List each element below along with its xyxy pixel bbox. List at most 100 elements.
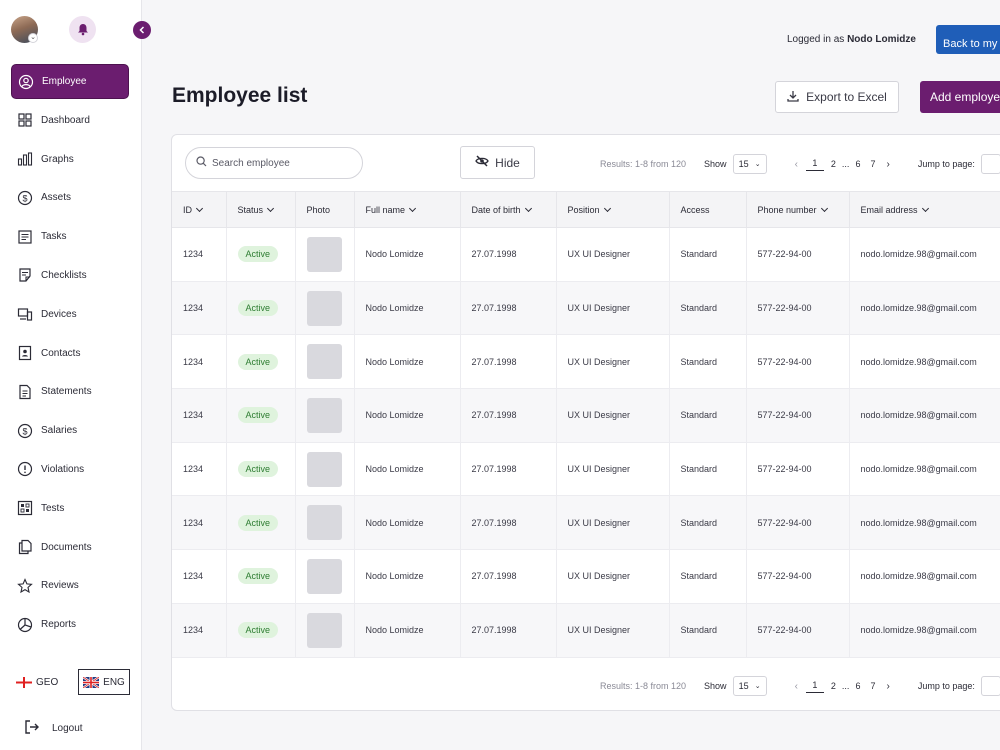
page-title: Employee list xyxy=(172,84,308,107)
page-7[interactable]: 7 xyxy=(870,681,875,691)
page-size-select[interactable]: 15 ⌄ xyxy=(732,676,767,696)
user-circle-icon xyxy=(18,74,34,90)
results-count: Results: 1-8 from 120 xyxy=(600,159,687,169)
page-6[interactable]: 6 xyxy=(855,159,860,169)
collapse-sidebar-button[interactable] xyxy=(133,21,151,39)
sidebar-item-contacts[interactable]: Contacts xyxy=(11,336,129,371)
georgia-flag-icon xyxy=(16,676,32,688)
table-row[interactable]: 1234 Active Nodo Lomidze 27.07.1998 UX UI De… xyxy=(172,603,1000,658)
document-icon xyxy=(17,384,33,400)
language-geo-button[interactable]: GEO xyxy=(16,669,58,695)
sidebar-item-label: Assets xyxy=(41,192,72,204)
dollar-circle-icon: $ xyxy=(17,423,33,439)
pagination-top: Results: 1-8 from 120 Show 15 ⌄ ‹ 1 2 ...… xyxy=(600,154,1000,174)
sidebar-item-violations[interactable]: Violations xyxy=(11,452,129,487)
task-list-icon xyxy=(17,229,33,245)
sidebar-item-devices[interactable]: Devices xyxy=(11,297,129,332)
sidebar-item-employee[interactable]: Employee xyxy=(11,64,129,99)
chevron-down-icon: ⌄ xyxy=(754,161,761,168)
prev-page-button[interactable]: ‹ xyxy=(795,159,798,170)
cell-email: nodo.lomidze.98@gmail.com xyxy=(849,603,1000,658)
status-badge: Active xyxy=(237,300,279,317)
table-row[interactable]: 1234 Active Nodo Lomidze 27.07.1998 UX UI De… xyxy=(172,334,1000,390)
chevron-down-icon xyxy=(408,204,417,212)
cell-phone: 577-22-94-00 xyxy=(746,495,850,551)
sidebar-item-graphs[interactable]: Graphs xyxy=(11,142,129,177)
sidebar-nav: Employee Dashboard Graphs $ Assets Tasks Check… xyxy=(11,64,129,646)
jump-label: Jump to page: xyxy=(917,681,975,691)
page-size-select[interactable]: 15 ⌄ xyxy=(732,154,767,174)
prev-page-button[interactable]: ‹ xyxy=(795,681,798,692)
export-excel-button[interactable]: Export to Excel xyxy=(775,81,899,113)
cell-full-name: Nodo Lomidze xyxy=(354,334,461,390)
avatar-menu-chevron-icon[interactable]: ⌄ xyxy=(28,33,38,43)
employee-photo xyxy=(306,451,342,487)
chevron-down-icon xyxy=(195,204,204,212)
table-row[interactable]: 1234 Active Nodo Lomidze 27.07.1998 UX UI De… xyxy=(172,388,1000,443)
search-input[interactable]: Search employee xyxy=(185,147,363,179)
sidebar-item-dashboard[interactable]: Dashboard xyxy=(11,103,129,138)
cell-email: nodo.lomidze.98@gmail.com xyxy=(849,442,1000,497)
table-row[interactable]: 1234 Active Nodo Lomidze 27.07.1998 UX UI De… xyxy=(172,495,1000,551)
add-employee-button[interactable]: Add employe xyxy=(920,81,1000,113)
cell-id: 1234 xyxy=(172,334,227,390)
cell-id: 1234 xyxy=(172,227,227,282)
page-2[interactable]: 2 xyxy=(831,681,836,691)
status-badge: Active xyxy=(237,353,279,370)
cell-photo xyxy=(295,334,355,390)
sidebar-item-reports[interactable]: Reports xyxy=(11,607,129,642)
cell-email: nodo.lomidze.98@gmail.com xyxy=(849,281,1000,336)
table-row[interactable]: 1234 Active Nodo Lomidze 27.07.1998 UX UI De… xyxy=(172,442,1000,497)
next-page-button[interactable]: › xyxy=(886,681,889,692)
page-6[interactable]: 6 xyxy=(855,681,860,691)
column-access: Access xyxy=(669,191,747,228)
documents-icon xyxy=(17,539,33,555)
sidebar-item-reviews[interactable]: Reviews xyxy=(11,568,129,603)
employee-photo xyxy=(306,344,342,380)
sidebar-item-statements[interactable]: Statements xyxy=(11,374,129,409)
sidebar-item-checklists[interactable]: Checklists xyxy=(11,258,129,293)
cell-id: 1234 xyxy=(172,549,227,604)
logged-in-prefix: Logged in as xyxy=(787,34,845,45)
page-1[interactable]: 1 xyxy=(805,158,824,171)
cell-full-name: Nodo Lomidze xyxy=(354,442,461,497)
chevron-down-icon xyxy=(820,204,828,212)
language-eng-button[interactable]: ENG xyxy=(78,669,130,695)
column-phone[interactable]: Phone number xyxy=(746,191,850,228)
column-id[interactable]: ID xyxy=(172,191,227,228)
table-row[interactable]: 1234 Active Nodo Lomidze 27.07.1998 UX UI De… xyxy=(172,549,1000,604)
cell-position: UX UI Designer xyxy=(556,603,670,658)
sidebar-item-tests[interactable]: Tests xyxy=(11,491,129,526)
column-full-name[interactable]: Full name xyxy=(354,191,461,228)
cell-phone: 577-22-94-00 xyxy=(746,442,850,497)
grid-icon xyxy=(17,112,33,128)
notifications-button[interactable] xyxy=(69,16,96,43)
page-7[interactable]: 7 xyxy=(870,159,875,169)
sidebar-item-assets[interactable]: $ Assets xyxy=(11,180,129,215)
sidebar-item-salaries[interactable]: $ Salaries xyxy=(11,413,129,448)
logged-in-user: Nodo Lomidze xyxy=(847,34,916,45)
page-2[interactable]: 2 xyxy=(831,159,836,169)
next-page-button[interactable]: › xyxy=(886,159,889,170)
sidebar-item-tasks[interactable]: Tasks xyxy=(11,219,129,254)
back-button[interactable]: Back to my xyxy=(936,25,1000,54)
hide-columns-button[interactable]: Hide xyxy=(460,146,535,179)
column-status[interactable]: Status xyxy=(226,191,296,228)
column-position[interactable]: Position xyxy=(556,191,670,228)
column-photo: Photo xyxy=(295,191,355,228)
jump-to-page-input[interactable] xyxy=(980,676,1000,696)
employee-table-card: Search employee Hide Results: 1-8 from 1… xyxy=(171,134,1000,711)
cell-photo xyxy=(295,227,355,282)
column-email[interactable]: Email address xyxy=(849,191,1000,228)
table-row[interactable]: 1234 Active Nodo Lomidze 27.07.1998 UX UI De… xyxy=(172,227,1000,282)
pie-chart-icon xyxy=(17,617,33,633)
page-1[interactable]: 1 xyxy=(805,680,824,693)
logout-button[interactable]: Logout xyxy=(24,719,83,738)
cell-status: Active xyxy=(226,281,296,336)
jump-to-page-input[interactable] xyxy=(980,154,1000,174)
column-dob[interactable]: Date of birth xyxy=(460,191,557,228)
sidebar-item-documents[interactable]: Documents xyxy=(11,530,129,565)
cell-dob: 27.07.1998 xyxy=(460,227,557,282)
cell-position: UX UI Designer xyxy=(556,227,670,282)
table-row[interactable]: 1234 Active Nodo Lomidze 27.07.1998 UX UI De… xyxy=(172,281,1000,336)
